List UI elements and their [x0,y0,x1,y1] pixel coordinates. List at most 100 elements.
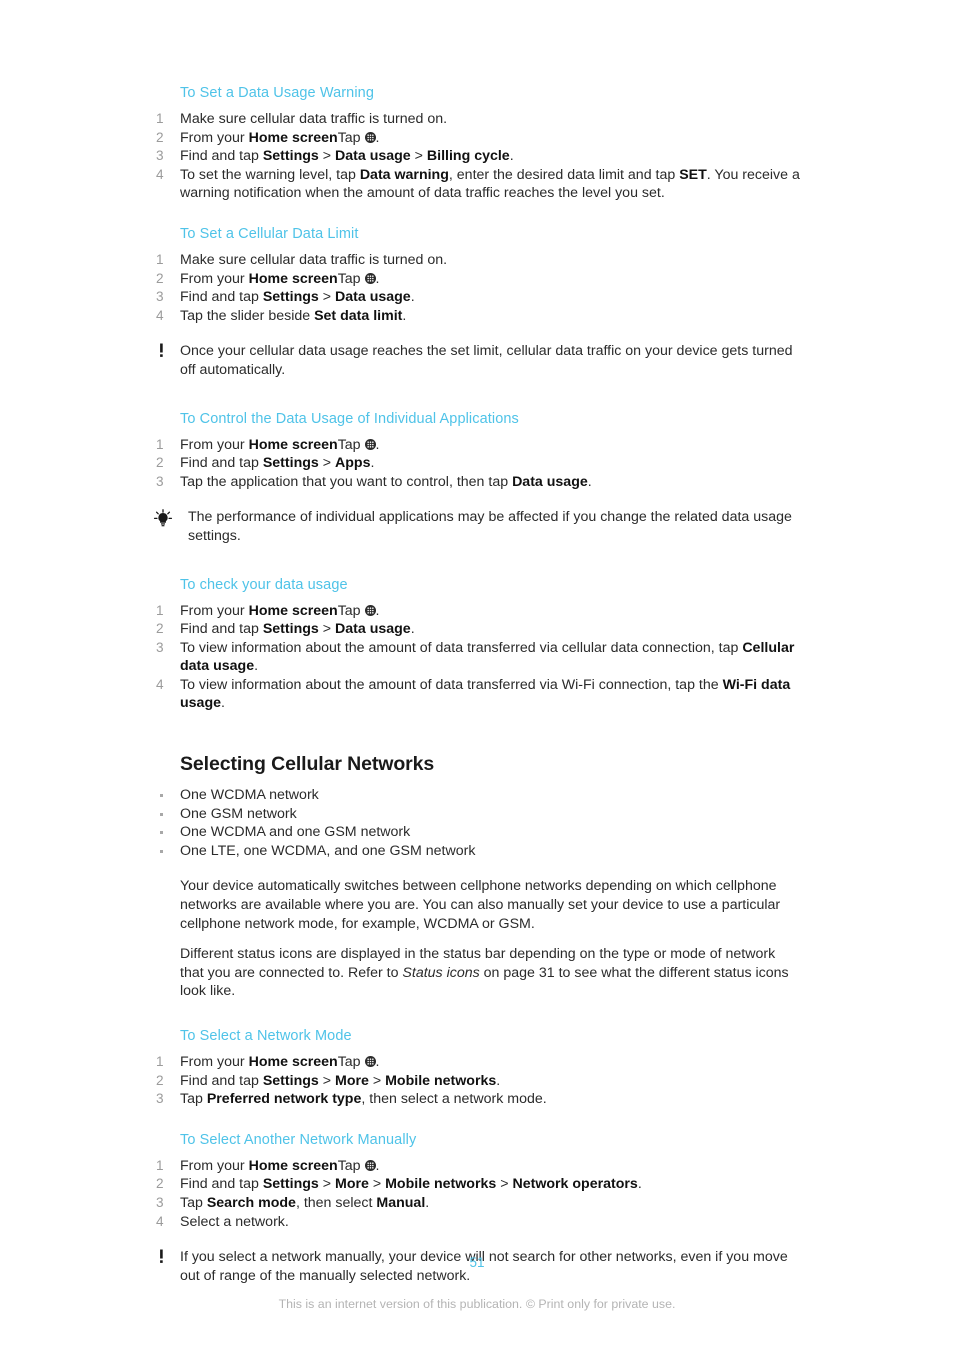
ui-label-settings: Settings [262,289,319,306]
ui-label-mobile-networks: Mobile networks [385,1176,497,1193]
section-heading-data-usage-warning: To Set a Data Usage Warning [180,85,374,101]
ui-label-network-operators: Network operators [512,1176,638,1193]
step-number: 2 [156,1176,164,1192]
ui-label-data-usage: Data usage [335,289,411,306]
step-item: 2 Find and tap Settings > Data usage. [152,620,800,639]
step-text: Find and tap Settings > More > Mobile ne… [180,1072,501,1089]
ui-label-manual: Manual [376,1194,426,1211]
step-number: 2 [156,621,164,637]
step-number: 3 [156,289,164,305]
step-item: 4 Tap the slider beside Set data limit. [152,307,800,326]
step-number: 3 [156,1091,164,1107]
step-text: Select a network. [180,1213,289,1230]
step-text: To set the warning level, tap Data warni… [180,166,800,202]
step-item: 4 To view information about the amount o… [152,676,800,713]
step-number: 4 [156,676,164,692]
step-text: Find and tap Settings > More > Mobile ne… [180,1176,642,1193]
cross-reference-status-icons: Status icons [402,964,480,981]
ui-label-more: More [335,1176,369,1193]
page-title-selecting-cellular-networks: Selecting Cellular Networks [180,753,435,776]
ui-label-settings: Settings [262,1072,319,1089]
step-number: 1 [156,1054,164,1069]
step-number: 3 [156,473,164,489]
step-text: From your Home screenTap . [180,436,380,453]
step-text: From your Home screenTap . [180,602,380,619]
step-text: To view information about the amount of … [180,676,791,712]
note-warning-data-limit: Once your cellular data usage reaches th… [152,342,800,379]
step-number: 3 [156,639,164,655]
ui-label-more: More [335,1072,369,1089]
step-number: 1 [156,1157,164,1173]
ui-label-search-mode: Search mode [206,1194,296,1211]
steps-select-another-network-manually: 1 From your Home screenTap . 2 Find and … [152,1157,800,1231]
bullet-dot [160,831,163,835]
step-text: Find and tap Settings > Data usage. [180,621,415,638]
ui-label-data-usage: Data usage [335,148,411,165]
step-number: 4 [156,307,164,323]
ui-label-settings: Settings [262,455,319,472]
lightbulb-icon [152,509,174,527]
steps-data-usage-warning: 1 Make sure cellular data traffic is tur… [152,110,800,203]
path-separator: > [322,1072,332,1089]
step-item: 3 Tap the application that you want to c… [152,473,800,492]
ui-label-billing-cycle: Billing cycle [426,148,510,165]
step-item: 1 Make sure cellular data traffic is tur… [152,251,800,270]
step-number: 3 [156,1194,164,1210]
step-item: 2 Find and tap Settings > More > Mobile … [152,1175,800,1194]
note-text: The performance of individual applicatio… [188,509,792,544]
step-item: 4 To set the warning level, tap Data war… [152,166,800,203]
app-drawer-icon [364,437,376,450]
step-text: Find and tap Settings > Apps. [180,455,375,472]
bullet-text: One WCDMA and one GSM network [180,824,411,841]
ui-label-apps: Apps [335,455,371,472]
step-text: Find and tap Settings > Data usage. [180,289,415,306]
path-separator: > [414,148,423,165]
step-number: 4 [156,166,164,182]
step-number: 4 [156,1213,164,1229]
step-item: 3 Find and tap Settings > Data usage. [152,288,800,307]
step-text: Tap Preferred network type, then select … [180,1091,547,1108]
step-item: 1 From your Home screenTap . [152,1053,800,1072]
bullet-text: One LTE, one WCDMA, and one GSM network [180,842,476,859]
step-item: 2 Find and tap Settings > Apps. [152,454,800,473]
list-item: One WCDMA and one GSM network [152,823,800,842]
step-item: 1 Make sure cellular data traffic is tur… [152,110,800,129]
path-separator: > [322,621,332,638]
list-item: One LTE, one WCDMA, and one GSM network [152,842,800,861]
step-number: 2 [156,129,164,145]
paragraph-auto-switch: Your device automatically switches betwe… [180,878,781,932]
app-drawer-icon [364,1158,376,1171]
app-drawer-icon [364,603,376,616]
ui-label-set-data-limit: Set data limit [314,307,403,324]
path-separator: > [322,148,332,165]
list-item: One GSM network [152,805,800,824]
path-separator: > [372,1072,382,1089]
step-item: 1 From your Home screenTap . [152,1157,800,1176]
section-heading-cellular-data-limit: To Set a Cellular Data Limit [180,225,359,242]
ui-label-data-usage: Data usage [512,473,588,490]
ui-label-settings: Settings [262,621,319,638]
ui-label-home-screen: Home screen [248,270,338,287]
app-drawer-icon [364,130,376,143]
ui-label-data-usage: Data usage [335,621,411,638]
step-item: 3 Find and tap Settings > Data usage > B… [152,147,800,166]
steps-select-network-mode: 1 From your Home screenTap . 2 Find and … [152,1053,800,1109]
step-text: Tap Search mode, then select Manual. [180,1194,430,1211]
page-content: To Set a Data Usage Warning 1 Make sure … [152,84,800,1285]
ui-label-settings: Settings [262,148,319,165]
bullet-text: One GSM network [180,805,297,822]
steps-cellular-data-limit: 1 Make sure cellular data traffic is tur… [152,251,800,325]
step-text: From your Home screenTap . [180,129,380,146]
paragraph-status-icons: Different status icons are displayed in … [180,945,800,1001]
step-number: 3 [156,148,164,164]
step-number: 1 [156,436,164,452]
step-text: Tap the application that you want to con… [180,473,592,490]
step-item: 3 Tap Search mode, then select Manual. [152,1194,800,1213]
bullet-dot [160,812,163,816]
step-item: 4 Select a network. [152,1213,800,1232]
steps-control-individual-applications: 1 From your Home screenTap . 2 Find and … [152,436,800,492]
ui-label-set: SET [679,166,707,183]
step-number: 2 [156,455,164,471]
path-separator: > [322,289,332,306]
step-number: 2 [156,270,164,286]
